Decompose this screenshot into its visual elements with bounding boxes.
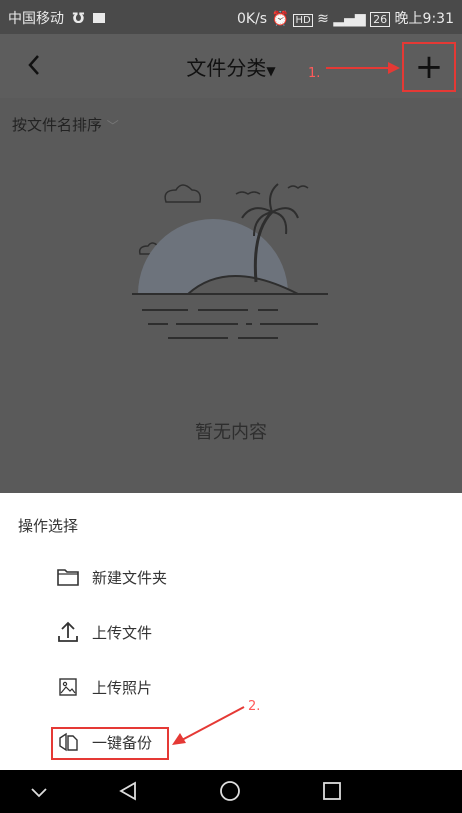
status-right: 0K/s ⏰ HD ≋ ▂▄▆ 26 晚上9:31 [237,8,454,28]
usb-icon: Ʊ [72,11,85,27]
chevron-down-icon: ﹀ [106,119,119,133]
annotation-label-1: 1. [308,66,321,81]
annotation-arrow-1 [326,62,400,74]
upload-icon [58,621,78,642]
battery-icon: 26 [370,12,391,27]
upload-file-button[interactable]: 上传文件 [44,612,244,652]
wifi-icon: ≋ [317,11,329,27]
upload-file-label: 上传文件 [92,624,153,642]
annotation-arrow-2 [172,706,245,745]
highlight-box [51,727,169,760]
status-left: 中国移动 Ʊ [8,8,105,28]
alarm-icon: ⏰ [271,11,289,27]
sort-dropdown[interactable]: 按文件名排序 ﹀ [12,114,119,135]
network-speed: 0K/s [237,11,268,27]
status-bar: 中国移动 Ʊ 0K/s ⏰ HD ≋ ▂▄▆ 26 晚上9:31 [0,0,462,34]
add-button[interactable]: + [402,42,456,92]
carrier-label: 中国移动 [8,11,64,27]
empty-state-text: 暂无内容 [195,422,267,443]
plus-icon: + [414,47,444,87]
notification-icon [92,13,105,23]
image-icon [59,678,77,696]
action-sheet-title: 操作选择 [18,517,79,535]
back-triangle-icon[interactable] [117,780,139,802]
chevron-down-icon[interactable] [28,782,50,802]
page-title-text: 文件分类 [186,56,267,80]
sort-label: 按文件名排序 [12,116,103,134]
upload-photo-button[interactable]: 上传照片 [44,667,244,707]
header-bar: 文件分类▼ 1. + [0,34,462,98]
folder-icon [57,569,79,586]
annotation-label-2: 2. [248,699,261,714]
new-folder-button[interactable]: 新建文件夹 [44,557,244,597]
signal-icon: ▂▄▆ [333,11,366,27]
clock: 晚上9:31 [394,11,454,27]
hd-icon: HD [293,14,313,27]
upload-photo-label: 上传照片 [92,679,153,697]
recents-square-icon[interactable] [321,780,343,802]
new-folder-label: 新建文件夹 [92,569,168,587]
home-circle-icon[interactable] [219,780,241,802]
navigation-bar [0,770,462,813]
sort-bar: 按文件名排序 ﹀ [0,98,462,150]
caret-down-icon: ▼ [266,64,276,78]
island-palm-icon [132,183,328,339]
